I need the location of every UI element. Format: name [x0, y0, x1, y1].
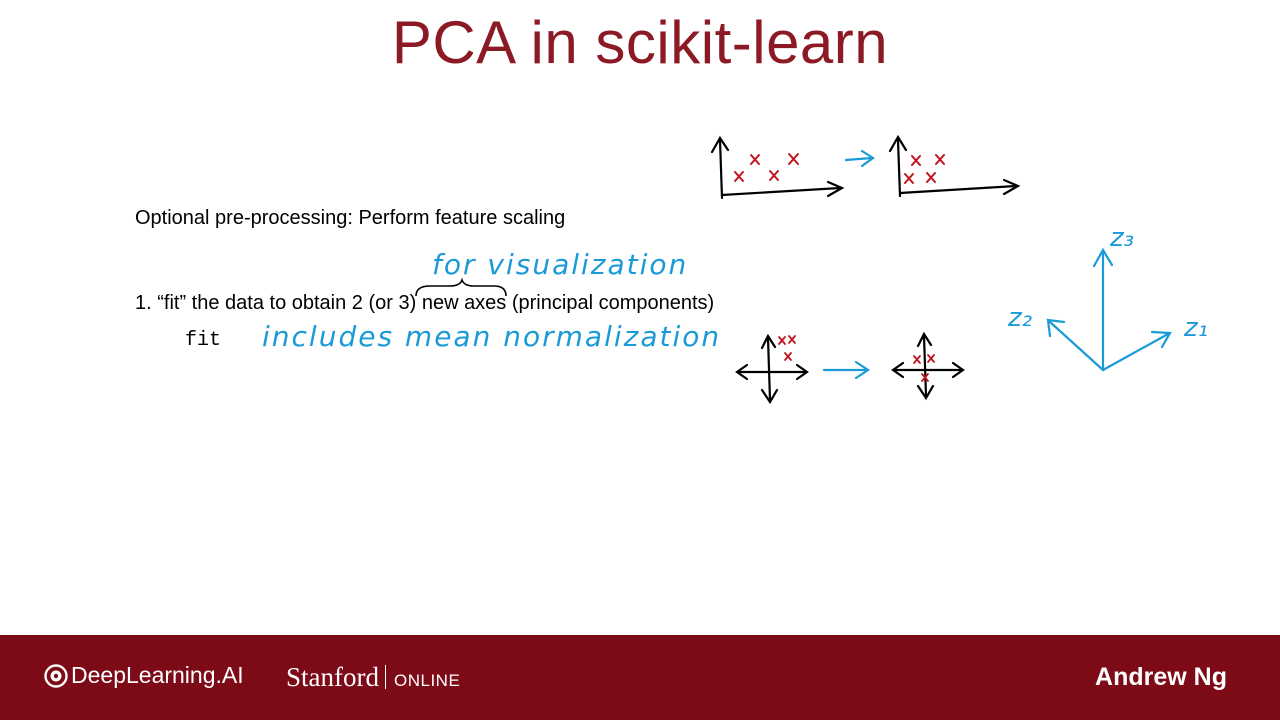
slide: PCA in scikit-learn Optional pre-process… [0, 0, 1280, 720]
red-x-markers-2 [904, 154, 945, 184]
brace-mark [415, 277, 507, 297]
red-x-markers-3 [778, 335, 796, 361]
z-axes-diagram [1046, 247, 1172, 372]
z3-label: z₃ [1109, 223, 1134, 253]
scatter-plot-after-scaling [888, 134, 1021, 198]
author-name: Andrew Ng [1095, 663, 1227, 691]
z1-label: z₁ [1183, 313, 1208, 343]
footer-bar: DeepLearning.AI Stanford ONLINE Andrew N… [0, 635, 1280, 720]
logo-divider [384, 665, 386, 689]
red-x-markers-1 [734, 153, 799, 182]
scatter-plot-before-scaling [710, 135, 845, 200]
stanford-online-logo: Stanford ONLINE [286, 662, 460, 693]
deeplearning-label: DeepLearning.AI [71, 662, 244, 688]
centered-plot-before [735, 333, 809, 405]
stanford-label: Stanford [286, 662, 379, 692]
arrow-right-icon [844, 149, 875, 168]
handdrawn-sketches: z₃ z₂ z₁ [415, 134, 1208, 405]
z2-label: z₂ [1007, 303, 1032, 333]
deeplearning-logo: DeepLearning.AI [44, 662, 244, 689]
arrow-right-icon [822, 360, 870, 380]
centered-plot-after [891, 331, 965, 401]
deeplearning-icon [44, 663, 68, 688]
online-label: ONLINE [393, 671, 461, 690]
